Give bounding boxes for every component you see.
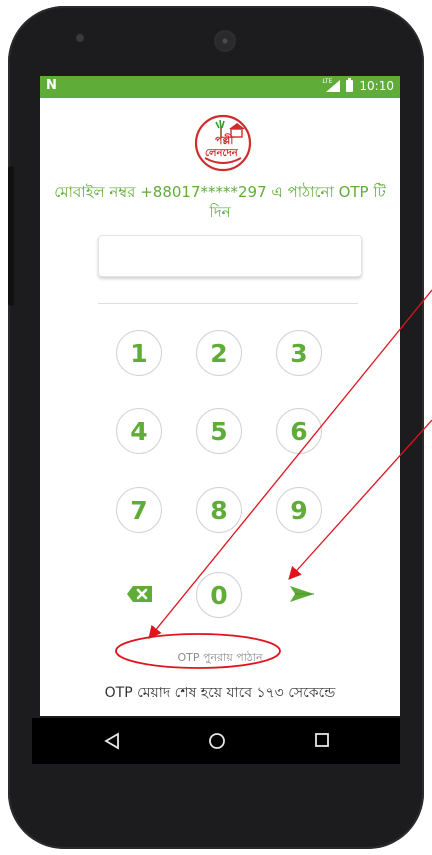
key-2[interactable]: 2 [196,330,242,376]
phone-screen: N LTE 10:10 পল্লী লেনদেন মোবাইল নম্বর +8… [40,76,400,716]
key-5[interactable]: 5 [196,408,242,454]
key-0[interactable]: 0 [196,572,242,618]
device-top-bezel [8,6,424,64]
app-logo: পল্লী লেনদেন [194,114,252,172]
signal-icon: LTE [322,78,341,92]
resend-otp-link[interactable]: OTP পুনরায় পাঠান [40,649,400,668]
key-9[interactable]: 9 [276,487,322,533]
key-1[interactable]: 1 [116,330,162,376]
otp-expiry-timer: OTP মেয়াদ শেষ হয়ে যাবে ১৭৩ সেকেন্ডে [104,685,336,701]
divider [98,303,358,304]
speaker-icon [214,30,236,52]
svg-text:পল্লী: পল্লী [215,133,234,147]
side-button [8,166,14,306]
front-camera-icon [76,34,84,42]
key-7[interactable]: 7 [116,487,162,533]
status-time: 10:10 [359,79,394,93]
key-3[interactable]: 3 [276,330,322,376]
backspace-icon[interactable] [126,584,154,604]
back-triangle-icon[interactable] [104,732,120,750]
svg-text:লেনদেন: লেনদেন [205,148,239,159]
notification-icon: N [46,78,57,93]
nav-bar [32,718,400,764]
otp-input-field[interactable] [98,235,362,277]
status-bar: N LTE 10:10 [40,76,400,98]
key-6[interactable]: 6 [276,408,322,454]
battery-icon [346,78,354,92]
status-right-group: LTE 10:10 [322,78,394,93]
home-circle-icon[interactable] [208,732,226,750]
key-8[interactable]: 8 [196,487,242,533]
otp-instruction-text: মোবাইল নম্বর +88017*****297 এ পাঠানো OTP… [54,183,386,221]
key-4[interactable]: 4 [116,408,162,454]
recents-square-icon[interactable] [314,732,330,748]
phone-device: N LTE 10:10 পল্লী লেনদেন মোবাইল নম্বর +8… [8,6,424,849]
send-icon[interactable] [288,584,316,604]
